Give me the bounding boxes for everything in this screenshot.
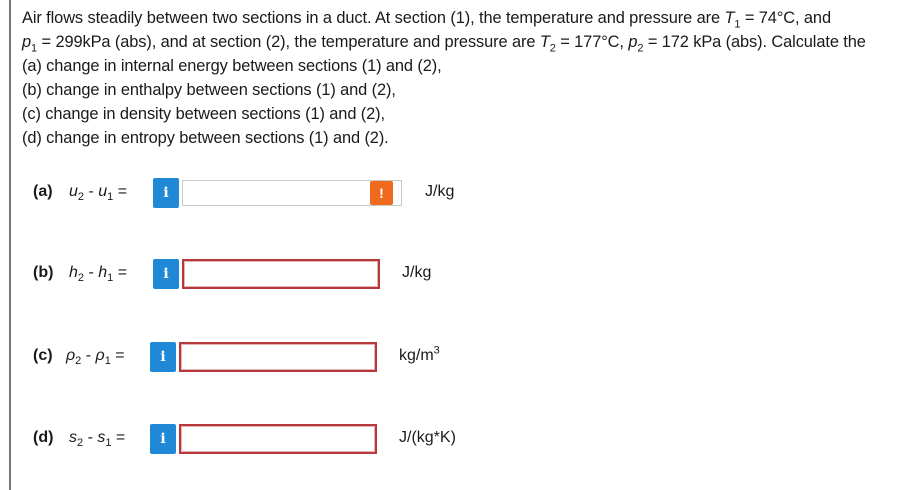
part-a-text: (a) change in internal energy between se… [22,57,442,75]
info-button-d[interactable]: i [150,424,176,454]
problem-statement: Air flows steadily between two sections … [22,6,907,150]
unit-c: kg/m3 [399,344,440,364]
unit-a: J/kg [425,183,455,200]
answer-row-b: (b) h2 - h1 = i J/kg [0,256,917,292]
info-button-a[interactable]: i [153,178,179,208]
answer-label-c: (c) [33,347,53,364]
expression-c: ρ2 - ρ1 = [66,347,125,368]
problem-line-1: Air flows steadily between two sections … [22,9,831,31]
answer-input-c[interactable] [179,342,377,372]
info-icon: i [163,185,169,201]
answer-label-a: (a) [33,183,53,200]
info-icon: i [160,431,166,447]
part-c-text: (c) change in density between sections (… [22,105,385,123]
expression-d: s2 - s1 = [69,429,126,450]
answer-row-c: (c) ρ2 - ρ1 = i kg/m3 [0,339,917,375]
answer-label-d: (d) [33,429,54,446]
expression-b: h2 - h1 = [69,264,128,285]
info-button-c[interactable]: i [150,342,176,372]
answer-row-a: (a) u2 - u1 = i ! J/kg [0,175,917,211]
part-b-text: (b) change in enthalpy between sections … [22,81,396,99]
answer-input-b[interactable] [182,259,380,289]
info-icon: i [160,349,166,365]
problem-line-2: p1 = 299kPa (abs), and at section (2), t… [22,33,866,55]
info-button-b[interactable]: i [153,259,179,289]
expression-a: u2 - u1 = [69,183,128,204]
unit-b: J/kg [402,264,432,281]
answer-input-a[interactable] [182,180,402,206]
answer-label-b: (b) [33,264,54,281]
warning-icon: ! [370,181,393,205]
info-icon: i [163,266,169,282]
answer-input-d[interactable] [179,424,377,454]
part-d-text: (d) change in entropy between sections (… [22,129,389,147]
answer-row-d: (d) s2 - s1 = i J/(kg*K) [0,421,917,457]
unit-d: J/(kg*K) [399,429,456,446]
left-border [9,0,11,490]
